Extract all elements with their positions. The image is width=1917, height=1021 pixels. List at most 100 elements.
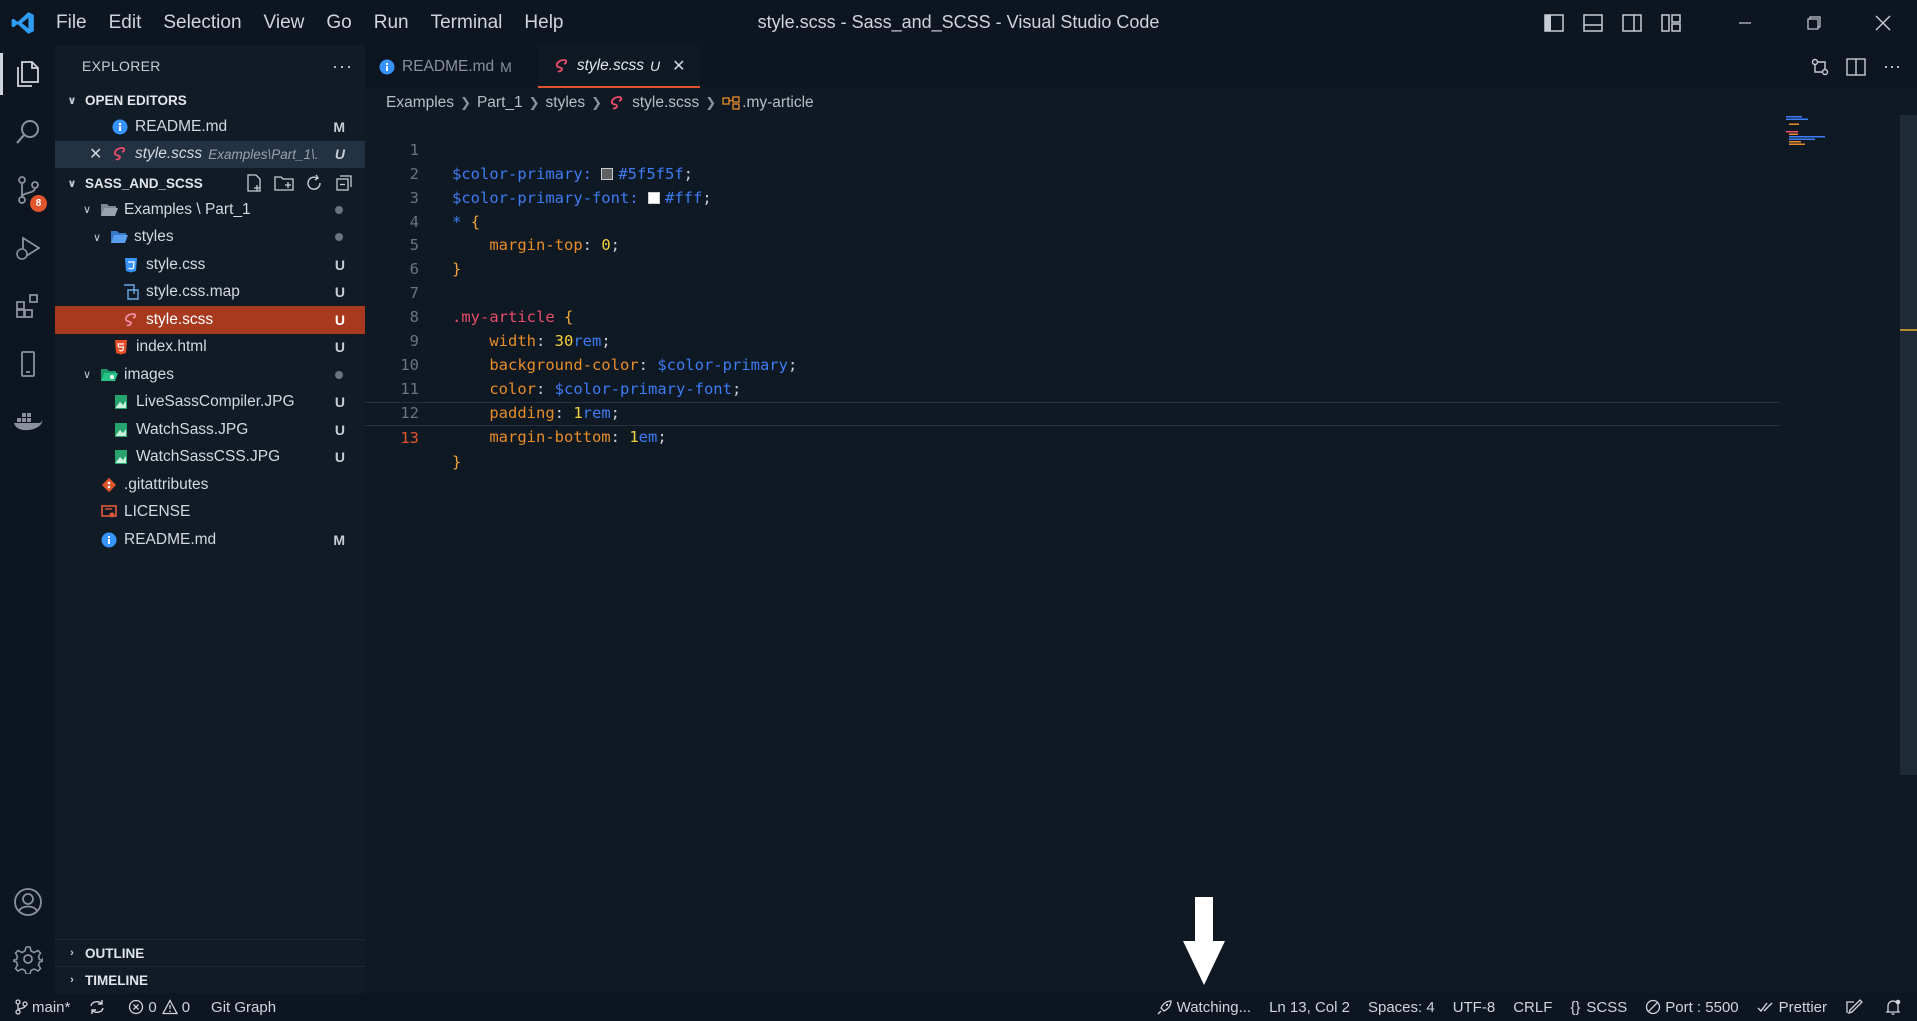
file-name: WatchSassCSS.JPG	[136, 448, 281, 466]
menu-go[interactable]: Go	[315, 0, 362, 45]
compare-changes-icon[interactable]	[1807, 54, 1833, 80]
more-actions-icon[interactable]: ···	[1879, 54, 1905, 80]
close-icon[interactable]: ✕	[89, 144, 107, 164]
tree-file-watchsasscss[interactable]: WatchSassCSS.JPG U	[55, 444, 365, 472]
open-editor-style-scss[interactable]: ✕ style.scss Examples\Part_1\... U	[55, 140, 365, 168]
project-header[interactable]: ∨ SASS_AND_SCSS	[55, 170, 365, 196]
search-icon[interactable]	[0, 103, 55, 161]
close-window-icon[interactable]	[1848, 0, 1917, 45]
new-folder-icon[interactable]	[273, 172, 295, 194]
split-editor-icon[interactable]	[1843, 54, 1869, 80]
code-line: 11 padding: 1rem;	[365, 354, 1895, 422]
git-graph-button[interactable]: Git Graph	[199, 993, 285, 1021]
chevron-right-icon: ❯	[705, 95, 717, 110]
more-actions-icon[interactable]: ···	[332, 56, 353, 77]
breadcrumb-item[interactable]: Part_1	[477, 94, 523, 112]
tree-file-style-css-map[interactable]: style.css.map U	[55, 279, 365, 307]
tree-file-readme[interactable]: README.md M	[55, 526, 365, 554]
docker-icon[interactable]	[0, 393, 55, 451]
code-editor[interactable]: 1 $color-primary: #5f5f5f; 2 $color-prim…	[365, 115, 1895, 471]
tree-folder-examples[interactable]: ∨ Examples \ Part_1	[55, 196, 365, 224]
live-server-port[interactable]: Port : 5500	[1636, 993, 1747, 1021]
toggle-primary-sidebar-icon[interactable]	[1534, 0, 1573, 45]
outline-header[interactable]: › OUTLINE	[55, 939, 365, 966]
language-mode[interactable]: {} SCSS	[1561, 993, 1636, 1021]
restore-icon[interactable]	[1779, 0, 1848, 45]
sidebar-title: EXPLORER	[82, 58, 161, 74]
tree-file-license[interactable]: LICENSE	[55, 499, 365, 527]
menu-edit[interactable]: Edit	[98, 0, 153, 45]
sass-watching-status[interactable]: Watching...	[1148, 993, 1260, 1021]
explorer-sidebar: EXPLORER ··· ∨ OPEN EDITORS README.md M …	[55, 45, 365, 993]
remote-device-icon[interactable]	[0, 335, 55, 393]
problems-status[interactable]: 0 0	[119, 993, 199, 1021]
timeline-header[interactable]: › TIMELINE	[55, 966, 365, 993]
file-name: LICENSE	[124, 503, 191, 521]
refresh-icon[interactable]	[303, 172, 325, 194]
line-ending[interactable]: CRLF	[1504, 993, 1561, 1021]
toggle-panel-icon[interactable]	[1573, 0, 1612, 45]
source-control-icon[interactable]: 8	[0, 161, 55, 219]
sass-icon	[122, 311, 140, 329]
cursor-position[interactable]: Ln 13, Col 2	[1260, 993, 1359, 1021]
breadcrumb-item[interactable]: styles	[546, 94, 586, 112]
file-name: .gitattributes	[124, 475, 209, 493]
tab-style-scss[interactable]: style.scss U ✕	[537, 45, 700, 88]
tree-file-index-html[interactable]: index.html U	[55, 334, 365, 362]
git-status: U	[334, 146, 345, 163]
feedback-icon[interactable]	[1836, 993, 1876, 1021]
branch-status[interactable]: main*	[0, 993, 79, 1021]
sync-icon[interactable]	[79, 993, 119, 1021]
customize-layout-icon[interactable]	[1651, 0, 1690, 45]
close-tab-icon[interactable]: ✕	[672, 56, 685, 76]
tree-file-style-css[interactable]: style.css U	[55, 251, 365, 279]
notifications-icon[interactable]	[1876, 993, 1917, 1021]
minimap[interactable]	[1786, 115, 1826, 145]
open-editor-readme[interactable]: README.md M	[55, 113, 365, 141]
encoding[interactable]: UTF-8	[1444, 993, 1505, 1021]
minimize-icon[interactable]	[1710, 0, 1779, 45]
menu-view[interactable]: View	[253, 0, 316, 45]
chevron-down-icon: ∨	[67, 177, 77, 190]
sass-icon	[553, 57, 571, 75]
indentation[interactable]: Spaces: 4	[1359, 993, 1444, 1021]
menu-file[interactable]: File	[45, 0, 98, 45]
collapse-all-icon[interactable]	[333, 172, 355, 194]
tree-file-gitattributes[interactable]: .gitattributes	[55, 471, 365, 499]
toggle-secondary-sidebar-icon[interactable]	[1612, 0, 1651, 45]
tree-folder-images[interactable]: ∨ images	[55, 361, 365, 389]
chevron-down-icon: ∨	[82, 204, 92, 217]
symbol-class-icon	[722, 94, 740, 112]
menu-selection[interactable]: Selection	[152, 0, 252, 45]
tree-file-livesasscompiler[interactable]: LiveSassCompiler.JPG U	[55, 389, 365, 417]
explorer-icon[interactable]	[0, 45, 55, 103]
extensions-icon[interactable]	[0, 277, 55, 335]
code-token: 1	[629, 427, 639, 446]
warning-count: 0	[181, 998, 191, 1016]
tree-file-watchsass[interactable]: WatchSass.JPG U	[55, 416, 365, 444]
menu-help[interactable]: Help	[513, 0, 574, 45]
code-token: margin-bottom	[489, 427, 611, 446]
map-file-icon	[122, 283, 140, 301]
tab-status: U	[650, 57, 661, 74]
breadcrumb-item[interactable]: .my-article	[742, 94, 813, 112]
code-line-current: 13 }	[365, 401, 1780, 471]
run-debug-icon[interactable]	[0, 219, 55, 277]
code-line: 6	[365, 234, 1895, 278]
breadcrumb-item[interactable]: style.scss	[632, 94, 699, 112]
breadcrumb-item[interactable]: Examples	[386, 94, 454, 112]
modified-dot	[335, 233, 343, 242]
file-name: LiveSassCompiler.JPG	[136, 393, 295, 411]
menu-run[interactable]: Run	[363, 0, 420, 45]
vscode-logo-icon	[0, 0, 45, 45]
tab-readme[interactable]: README.md M	[365, 45, 526, 88]
menu-terminal[interactable]: Terminal	[420, 0, 514, 45]
accounts-icon[interactable]	[0, 873, 55, 931]
settings-gear-icon[interactable]	[0, 930, 55, 988]
tree-file-style-scss[interactable]: style.scss U	[55, 306, 365, 334]
prettier-status[interactable]: Prettier	[1748, 993, 1836, 1021]
open-editors-header[interactable]: ∨ OPEN EDITORS	[55, 87, 365, 113]
vertical-scrollbar[interactable]	[1900, 115, 1917, 775]
tree-folder-styles[interactable]: ∨ styles	[55, 224, 365, 252]
new-file-icon[interactable]	[243, 172, 265, 194]
